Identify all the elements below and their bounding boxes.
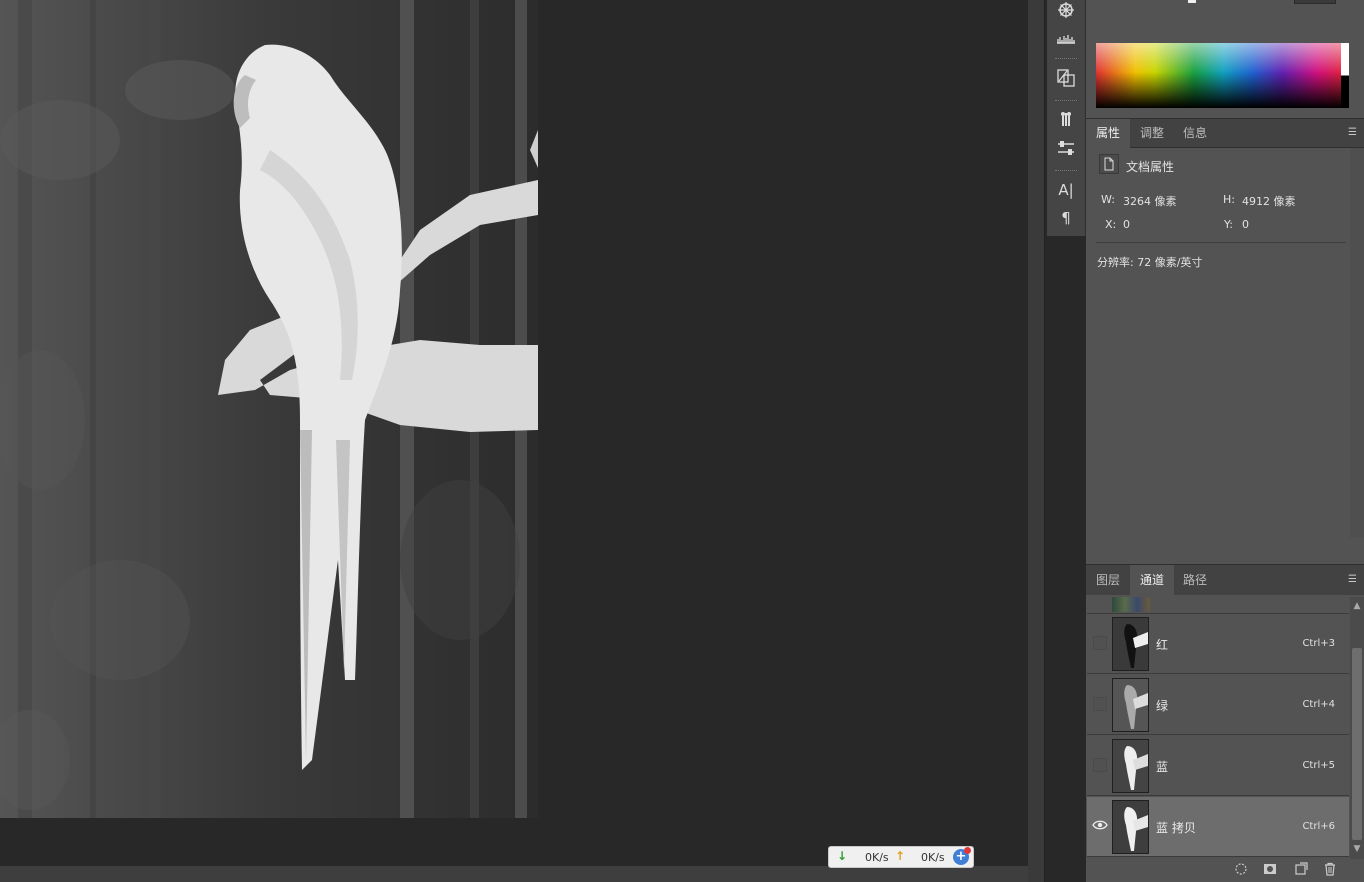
save-selection-icon[interactable] xyxy=(1261,862,1279,880)
channel-name: 红 xyxy=(1156,638,1169,652)
load-selection-icon[interactable] xyxy=(1232,862,1250,880)
adjustment-sliders-icon[interactable] xyxy=(1052,138,1080,162)
channel-shortcut: Ctrl+3 xyxy=(1302,638,1335,649)
canvas-workspace[interactable] xyxy=(0,0,1028,866)
channel-name: 绿 xyxy=(1156,699,1169,713)
collapsed-panel-strip: A| ¶ xyxy=(1047,0,1086,236)
scrollbar-thumb[interactable] xyxy=(1352,648,1362,840)
status-bar xyxy=(0,866,1044,882)
character-icon[interactable]: A| xyxy=(1052,178,1080,202)
tab-properties[interactable]: 属性 xyxy=(1086,119,1131,148)
brush-presets-icon[interactable] xyxy=(1052,108,1080,132)
panel-grip[interactable] xyxy=(1055,100,1077,103)
channel-name: 蓝 xyxy=(1156,760,1169,774)
clone-source-icon[interactable] xyxy=(1052,68,1080,92)
channel-row-blue[interactable]: 蓝 Ctrl+5 xyxy=(1087,736,1349,796)
properties-scrollbar[interactable] xyxy=(1350,148,1364,538)
color-slider-knob[interactable] xyxy=(1188,0,1196,3)
channel-row-green[interactable]: 绿 Ctrl+4 xyxy=(1087,675,1349,735)
channel-thumbnail xyxy=(1112,739,1149,793)
tab-layers[interactable]: 图层 xyxy=(1086,565,1130,596)
network-speed-widget[interactable]: ↓ 0K/s ↑ 0K/s + xyxy=(828,846,974,868)
parrot-photo xyxy=(0,0,538,818)
notification-dot xyxy=(964,847,971,854)
y-value[interactable]: 0 xyxy=(1242,218,1249,231)
rgb-channel-thumbnail[interactable] xyxy=(1112,597,1150,612)
channel-thumbnail xyxy=(1112,800,1149,854)
eye-icon[interactable] xyxy=(1091,817,1109,835)
properties-tabbar: 属性 调整 信息 ☰ xyxy=(1086,118,1364,148)
width-label: W: xyxy=(1101,193,1115,206)
paragraph-icon[interactable]: ¶ xyxy=(1052,206,1080,230)
delete-icon[interactable] xyxy=(1321,862,1339,880)
download-arrow-icon: ↓ xyxy=(837,849,848,863)
channel-name: 蓝 拷贝 xyxy=(1156,821,1196,835)
height-label: H: xyxy=(1223,193,1235,206)
scroll-down-icon[interactable]: ▼ xyxy=(1352,843,1362,855)
tab-paths[interactable]: 路径 xyxy=(1173,565,1217,596)
y-label: Y: xyxy=(1224,218,1233,231)
channels-tabbar: 图层 通道 路径 ☰ xyxy=(1086,564,1364,596)
panel-dock-gutter xyxy=(1028,0,1044,882)
tab-info[interactable]: 信息 xyxy=(1173,119,1217,148)
channel-row-red[interactable]: 红 Ctrl+3 xyxy=(1087,614,1349,674)
visibility-toggle[interactable] xyxy=(1093,758,1107,772)
properties-title: 文档属性 xyxy=(1126,160,1175,174)
panel-grip[interactable] xyxy=(1055,58,1077,61)
panel-dock-divider xyxy=(1044,0,1045,882)
visibility-toggle[interactable] xyxy=(1093,636,1107,650)
document-icon xyxy=(1099,154,1119,174)
panel-grip[interactable] xyxy=(1055,170,1077,173)
download-speed: 0K/s xyxy=(865,851,889,864)
visibility-toggle[interactable] xyxy=(1093,697,1107,711)
channel-row-blue-copy[interactable]: 蓝 拷贝 Ctrl+6 xyxy=(1087,797,1349,857)
properties-panel-body xyxy=(1086,148,1364,564)
upload-speed: 0K/s xyxy=(921,851,945,864)
channel-thumbnail xyxy=(1112,678,1149,732)
color-value-field[interactable] xyxy=(1294,0,1336,4)
channels-footer xyxy=(1086,860,1364,882)
panel-menu-icon[interactable]: ☰ xyxy=(1348,128,1358,138)
black-white-swatch[interactable] xyxy=(1341,43,1349,108)
resolution-text: 分辨率: 72 像素/英寸 xyxy=(1097,256,1203,269)
tab-adjustments[interactable]: 调整 xyxy=(1130,119,1174,148)
height-value[interactable]: 4912 像素 xyxy=(1242,193,1296,209)
divider xyxy=(1096,242,1346,243)
tab-channels[interactable]: 通道 xyxy=(1130,565,1175,596)
channel-thumbnail xyxy=(1112,617,1149,671)
x-value[interactable]: 0 xyxy=(1123,218,1130,231)
scroll-up-icon[interactable]: ▲ xyxy=(1352,600,1362,612)
compass-icon[interactable] xyxy=(1052,0,1080,24)
color-spectrum-highlight xyxy=(1096,43,1341,73)
width-value[interactable]: 3264 像素 xyxy=(1123,193,1177,209)
document-image[interactable] xyxy=(0,0,538,818)
channel-shortcut: Ctrl+4 xyxy=(1302,699,1335,710)
x-label: X: xyxy=(1105,218,1117,231)
upload-arrow-icon: ↑ xyxy=(895,849,906,863)
channel-shortcut: Ctrl+6 xyxy=(1302,821,1335,832)
channel-shortcut: Ctrl+5 xyxy=(1302,760,1335,771)
new-channel-icon[interactable] xyxy=(1292,862,1310,880)
panel-menu-icon[interactable]: ☰ xyxy=(1348,575,1358,585)
histogram-icon[interactable] xyxy=(1052,27,1080,51)
